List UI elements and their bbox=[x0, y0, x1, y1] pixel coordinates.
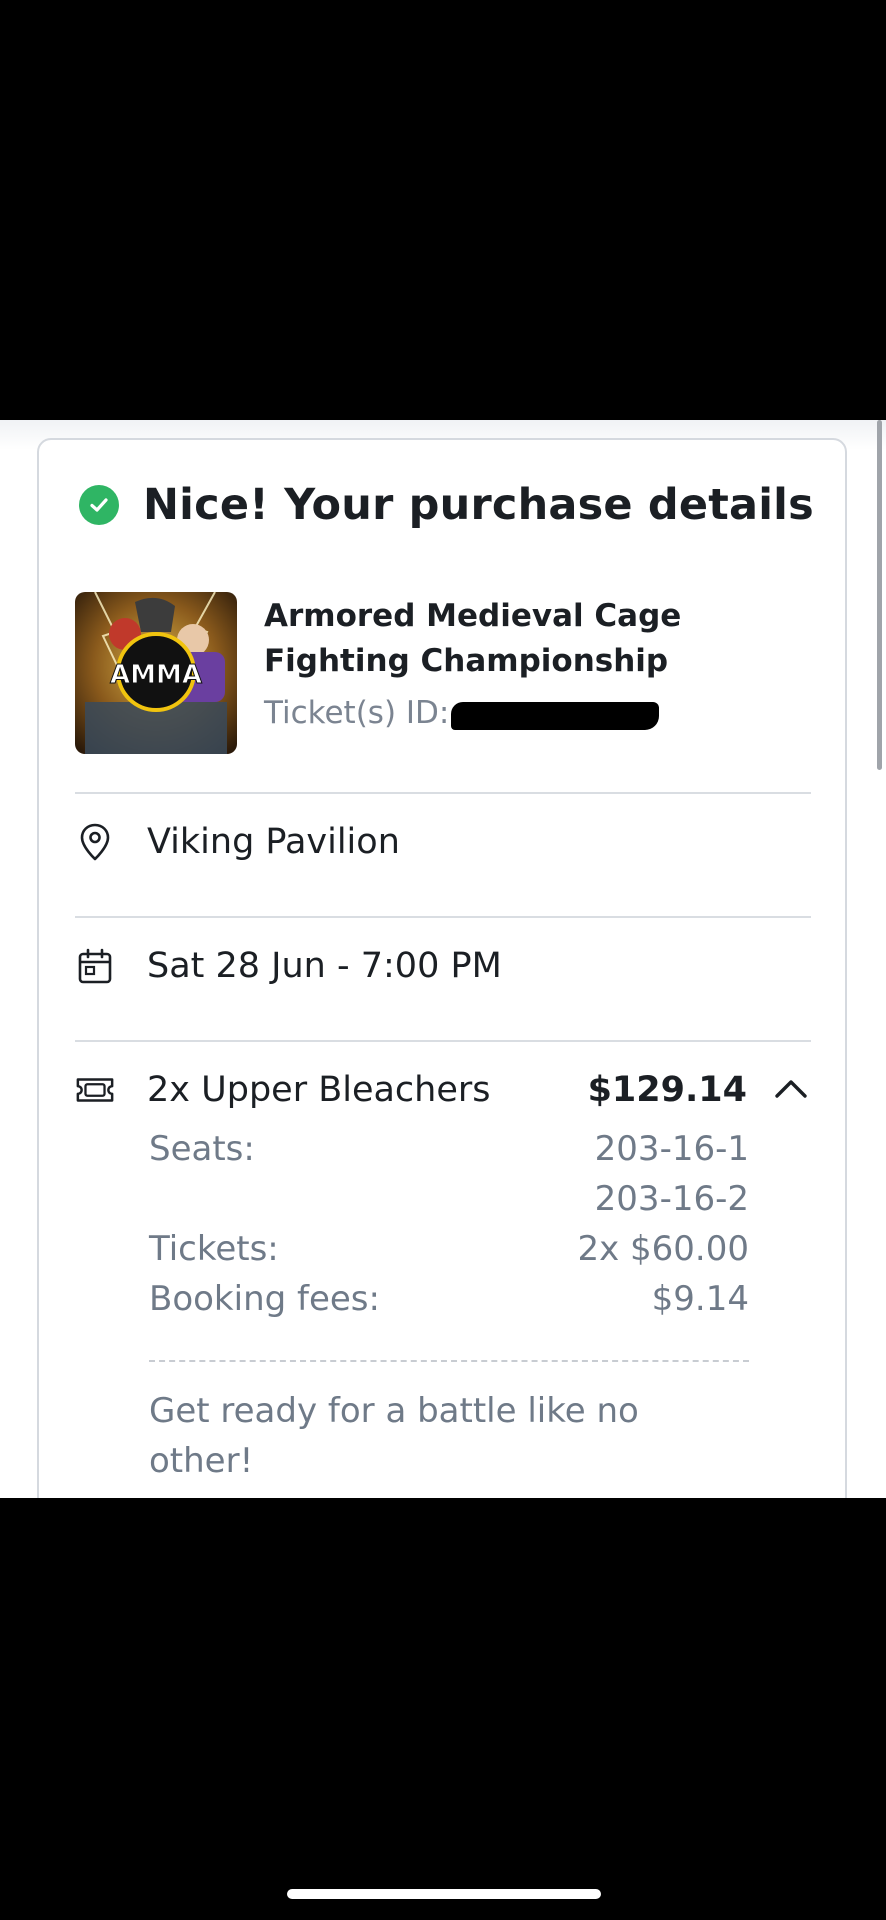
seat-value: 203-16-1 bbox=[594, 1129, 749, 1169]
event-date: Sat 28 Jun - 7:00 PM bbox=[147, 946, 502, 986]
ticket-icon bbox=[75, 1070, 115, 1110]
purchase-details-view: Nice! Your purchase details AMMA Armored… bbox=[0, 420, 886, 1498]
purchase-header: Nice! Your purchase details bbox=[79, 480, 814, 530]
page-title: Nice! Your purchase details bbox=[143, 480, 814, 530]
event-summary: AMMA Armored Medieval Cage Fighting Cham… bbox=[75, 592, 811, 757]
divider bbox=[75, 792, 811, 794]
event-logo-text: AMMA bbox=[110, 660, 202, 690]
ticket-note: Get ready for a battle like no other! bbox=[149, 1391, 639, 1481]
ticket-breakdown: Seats: 203-16-1 203-16-2 Tickets: 2x $60… bbox=[149, 1124, 749, 1324]
tickets-summary: 2x Upper Bleachers bbox=[147, 1070, 491, 1110]
venue-name: Viking Pavilion bbox=[147, 822, 400, 862]
ticket-id-label: Ticket(s) ID: bbox=[264, 695, 450, 731]
seat-value: 203-16-2 bbox=[594, 1179, 749, 1219]
check-circle-icon bbox=[79, 485, 119, 525]
calendar-icon bbox=[75, 946, 115, 986]
ticket-id-redaction bbox=[451, 702, 660, 730]
tickets-line: Tickets: 2x $60.00 bbox=[149, 1224, 749, 1274]
fees-label: Booking fees: bbox=[149, 1279, 380, 1319]
event-thumbnail: AMMA bbox=[75, 592, 237, 754]
venue-row: Viking Pavilion bbox=[75, 812, 811, 872]
tickets-total: $129.14 bbox=[587, 1070, 747, 1110]
fees-value: $9.14 bbox=[651, 1279, 749, 1319]
phone-screen: Nice! Your purchase details AMMA Armored… bbox=[0, 0, 886, 1920]
ticket-id-row: Ticket(s) ID: bbox=[264, 695, 660, 731]
purchase-card: Nice! Your purchase details AMMA Armored… bbox=[37, 438, 847, 1498]
divider bbox=[75, 1040, 811, 1042]
seats-line-2: 203-16-2 bbox=[149, 1174, 749, 1224]
tickets-label: Tickets: bbox=[149, 1229, 279, 1269]
dashed-divider bbox=[149, 1360, 749, 1362]
seats-label: Seats: bbox=[149, 1129, 255, 1169]
home-indicator[interactable] bbox=[287, 1889, 601, 1899]
seats-line: Seats: 203-16-1 bbox=[149, 1124, 749, 1174]
date-row: Sat 28 Jun - 7:00 PM bbox=[75, 936, 811, 996]
map-pin-icon bbox=[75, 822, 115, 862]
fees-line: Booking fees: $9.14 bbox=[149, 1274, 749, 1324]
tickets-value: 2x $60.00 bbox=[577, 1229, 749, 1269]
scrollbar[interactable] bbox=[877, 420, 882, 770]
chevron-up-icon[interactable] bbox=[771, 1070, 811, 1110]
event-title: Armored Medieval Cage Fighting Champions… bbox=[264, 598, 682, 679]
tickets-summary-row[interactable]: 2x Upper Bleachers $129.14 bbox=[75, 1060, 811, 1120]
divider bbox=[75, 916, 811, 918]
